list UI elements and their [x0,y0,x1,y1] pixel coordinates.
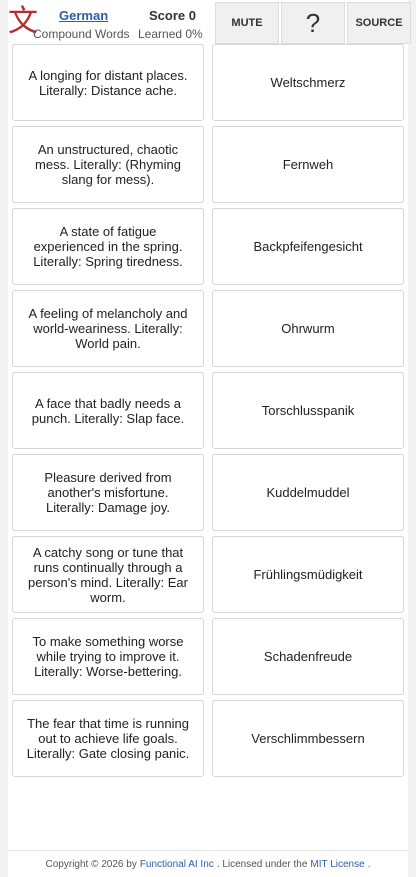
definition-card[interactable]: A longing for distant places. Literally:… [12,44,204,121]
word-card[interactable]: Schadenfreude [212,618,404,695]
word-card[interactable]: Frühlingsmüdigkeit [212,536,404,613]
card-row: An unstructured, chaotic mess. Literally… [12,126,404,203]
definition-card[interactable]: To make something worse while trying to … [12,618,204,695]
licensed-text: . Licensed under the [216,858,308,870]
company-link[interactable]: Functional AI Inc [140,859,214,870]
help-button[interactable]: ? [281,2,345,44]
footer: Copyright © 2026 by Functional AI Inc . … [8,850,408,877]
card-row: To make something worse while trying to … [12,618,404,695]
word-card[interactable]: Backpfeifengesicht [212,208,404,285]
card-row: A face that badly needs a punch. Literal… [12,372,404,449]
word-card[interactable]: Ohrwurm [212,290,404,367]
language-link[interactable]: German [59,8,108,23]
card-row: A catchy song or tune that runs continua… [12,536,404,613]
category-subtitle: Compound Words [33,27,130,41]
definition-card[interactable]: A face that badly needs a punch. Literal… [12,372,204,449]
word-card[interactable]: Verschlimmbessern [212,700,404,777]
card-row: A state of fatigue experienced in the sp… [12,208,404,285]
definition-card[interactable]: The fear that time is running out to ach… [12,700,204,777]
card-row: The fear that time is running out to ach… [12,700,404,777]
word-card[interactable]: Weltschmerz [212,44,404,121]
card-row: A longing for distant places. Literally:… [12,44,404,121]
definition-card[interactable]: A feeling of melancholy and world-wearin… [12,290,204,367]
source-button[interactable]: SOURCE [347,2,411,44]
word-card[interactable]: Fernweh [212,126,404,203]
definition-card[interactable]: Pleasure derived from another's misfortu… [12,454,204,531]
copyright-text: Copyright © 2026 by [45,858,137,870]
license-link[interactable]: MIT License [310,859,364,870]
card-row: Pleasure derived from another's misfortu… [12,454,404,531]
matching-grid: A longing for distant places. Literally:… [12,44,404,782]
definition-card[interactable]: An unstructured, chaotic mess. Literally… [12,126,204,203]
app-page: 文 German Compound Words Score 0 Learned … [8,0,411,877]
header: 文 German Compound Words Score 0 Learned … [8,0,411,44]
score-label: Score 0 [149,8,196,23]
mute-button[interactable]: MUTE [215,2,279,44]
definition-card[interactable]: A catchy song or tune that runs continua… [12,536,204,613]
footer-end-text: . [367,858,371,870]
word-card[interactable]: Kuddelmuddel [212,454,404,531]
card-row: A feeling of melancholy and world-wearin… [12,290,404,367]
definition-card[interactable]: A state of fatigue experienced in the sp… [12,208,204,285]
word-card[interactable]: Torschlusspanik [212,372,404,449]
learned-label: Learned 0% [138,27,203,41]
